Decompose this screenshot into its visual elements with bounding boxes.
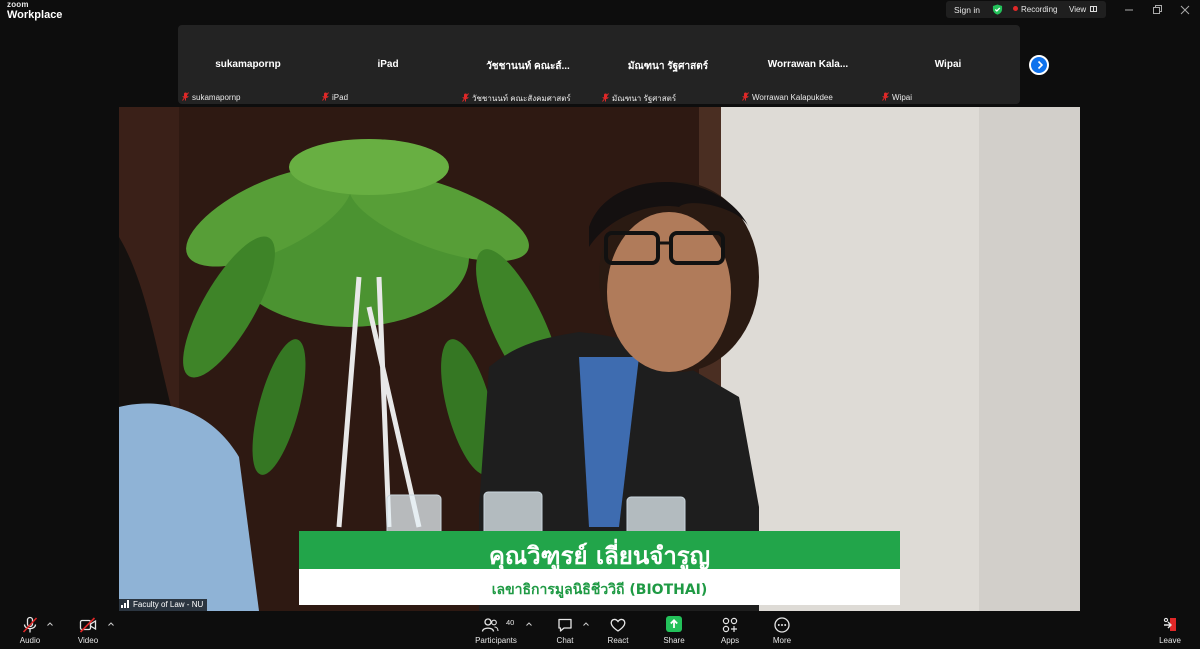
mic-muted-icon xyxy=(742,92,749,101)
participant-tile-name: มัณฑนา รัฐศาสตร์ xyxy=(627,61,709,72)
participant-footer: Worrawan Kalapukdee xyxy=(742,92,833,102)
react-label: React xyxy=(607,636,629,645)
logo-workplace-text: Workplace xyxy=(7,9,63,21)
leave-door-icon xyxy=(1163,617,1176,631)
leave-button[interactable]: Leave xyxy=(1155,612,1185,649)
participants-options-chevron-icon[interactable] xyxy=(525,620,533,628)
shield-check-icon[interactable] xyxy=(992,4,1003,15)
participant-strip: sukamapornp sukamapornp iPad iPad วัชชาน… xyxy=(178,25,1020,104)
meeting-toolbar: Audio Video 40 Participants Chat React S… xyxy=(0,612,1200,649)
participant-footer-name: Worrawan Kalapukdee xyxy=(752,93,833,102)
share-button[interactable]: Share xyxy=(659,612,689,649)
recording-label: Recording xyxy=(1021,5,1058,14)
zoom-workplace-logo: zoom Workplace xyxy=(7,1,62,21)
participant-tile[interactable]: iPad iPad xyxy=(318,25,458,104)
apps-icon xyxy=(722,617,738,633)
video-label: Video xyxy=(77,636,99,645)
mic-muted-icon xyxy=(882,92,889,101)
participants-button[interactable]: 40 Participants xyxy=(474,612,518,649)
react-button[interactable]: React xyxy=(603,612,633,649)
participant-footer-name: วัชชานนท์ คณะสังคมศาสตร์ xyxy=(472,94,571,103)
video-options-chevron-icon[interactable] xyxy=(107,620,115,628)
audio-button[interactable]: Audio xyxy=(14,612,46,649)
next-page-button[interactable] xyxy=(1029,55,1049,75)
participant-tile[interactable]: วัชชานนท์ คณะส์... วัชชานนท์ คณะสังคมศาส… xyxy=(458,25,598,104)
participant-tile[interactable]: Worrawan Kala... Worrawan Kalapukdee xyxy=(738,25,878,104)
video-off-icon xyxy=(79,617,97,633)
participant-tile-name: Wipai xyxy=(934,59,962,70)
signal-bars-icon xyxy=(121,600,129,608)
lower-third-white-bar: เลขาธิการมูลนิธิชีววิถี (BIOTHAI) xyxy=(299,569,900,605)
participant-footer: Wipai xyxy=(882,92,912,102)
mic-muted-icon xyxy=(602,93,609,102)
audio-options-chevron-icon[interactable] xyxy=(46,620,54,628)
close-icon[interactable] xyxy=(1178,3,1192,17)
participant-tile-name: Worrawan Kala... xyxy=(767,59,849,70)
sign-in-button[interactable]: Sign in xyxy=(954,5,980,15)
recording-dot-icon xyxy=(1013,6,1018,11)
participant-footer-name: Wipai xyxy=(892,93,913,102)
titlebar-controls: Sign in Recording View xyxy=(946,1,1106,18)
speaker-lower-third: คุณวิฑูรย์ เลี่ยนจำรูญ เลขาธิการมูลนิธิช… xyxy=(299,531,900,605)
view-button[interactable]: View xyxy=(1069,5,1098,14)
mic-muted-icon xyxy=(322,92,329,101)
participant-footer-name: มัณฑนา รัฐศาสตร์ xyxy=(612,94,677,103)
participant-tile-name: วัชชานนท์ คณะส์... xyxy=(486,61,570,72)
grid-view-icon xyxy=(1090,6,1098,12)
participant-footer: iPad xyxy=(322,92,348,102)
share-label: Share xyxy=(663,636,685,645)
mic-muted-icon xyxy=(462,93,469,102)
video-name-label: Faculty of Law - NU xyxy=(119,599,208,611)
more-options-icon xyxy=(774,617,790,633)
participant-tile[interactable]: มัณฑนา รัฐศาสตร์ มัณฑนา รัฐศาสตร์ xyxy=(598,25,738,104)
recording-indicator[interactable]: Recording xyxy=(1013,5,1057,14)
more-button[interactable]: More xyxy=(767,612,797,649)
logo-zoom-text: zoom xyxy=(7,0,29,9)
participant-tile[interactable]: Wipai Wipai xyxy=(878,25,1018,104)
chat-button[interactable]: Chat xyxy=(550,612,580,649)
participant-tile[interactable]: sukamapornp sukamapornp xyxy=(178,25,318,104)
restore-icon[interactable] xyxy=(1150,3,1164,17)
apps-label: Apps xyxy=(720,636,740,645)
more-label: More xyxy=(772,636,792,645)
participant-footer: วัชชานนท์ คณะสังคมศาสตร์ xyxy=(462,92,571,103)
mic-muted-icon xyxy=(22,616,38,633)
participants-icon xyxy=(481,618,499,632)
mic-muted-icon xyxy=(182,92,189,101)
participant-footer: sukamapornp xyxy=(182,92,240,102)
audio-label: Audio xyxy=(19,636,41,645)
participant-footer-name: iPad xyxy=(332,93,349,102)
participants-label: Participants xyxy=(475,636,517,645)
participant-tile-name: sukamapornp xyxy=(215,59,281,70)
chat-icon xyxy=(558,618,572,632)
participant-footer: มัณฑนา รัฐศาสตร์ xyxy=(602,92,677,103)
chat-label: Chat xyxy=(556,636,574,645)
speaker-title: เลขาธิการมูลนิธิชีววิถี (BIOTHAI) xyxy=(491,582,708,598)
chat-options-chevron-icon[interactable] xyxy=(582,620,590,628)
active-speaker-video[interactable]: คุณวิฑูรย์ เลี่ยนจำรูญ เลขาธิการมูลนิธิช… xyxy=(119,107,1080,611)
participant-tile-name: iPad xyxy=(377,59,399,70)
minimize-icon[interactable] xyxy=(1122,3,1136,17)
participant-count-badge: 40 xyxy=(506,618,515,627)
heart-icon xyxy=(610,618,626,632)
apps-button[interactable]: Apps xyxy=(715,612,745,649)
participant-footer-name: sukamapornp xyxy=(192,93,241,102)
lower-third-green-bar: คุณวิฑูรย์ เลี่ยนจำรูญ xyxy=(299,531,900,570)
leave-label: Leave xyxy=(1159,636,1181,645)
title-bar: zoom Workplace Sign in Recording View xyxy=(0,0,1200,22)
chevron-right-icon xyxy=(1037,60,1044,70)
share-screen-icon xyxy=(666,616,682,632)
view-label: View xyxy=(1069,5,1087,14)
video-button[interactable]: Video xyxy=(72,612,104,649)
video-name-text: Faculty of Law - NU xyxy=(133,600,204,609)
